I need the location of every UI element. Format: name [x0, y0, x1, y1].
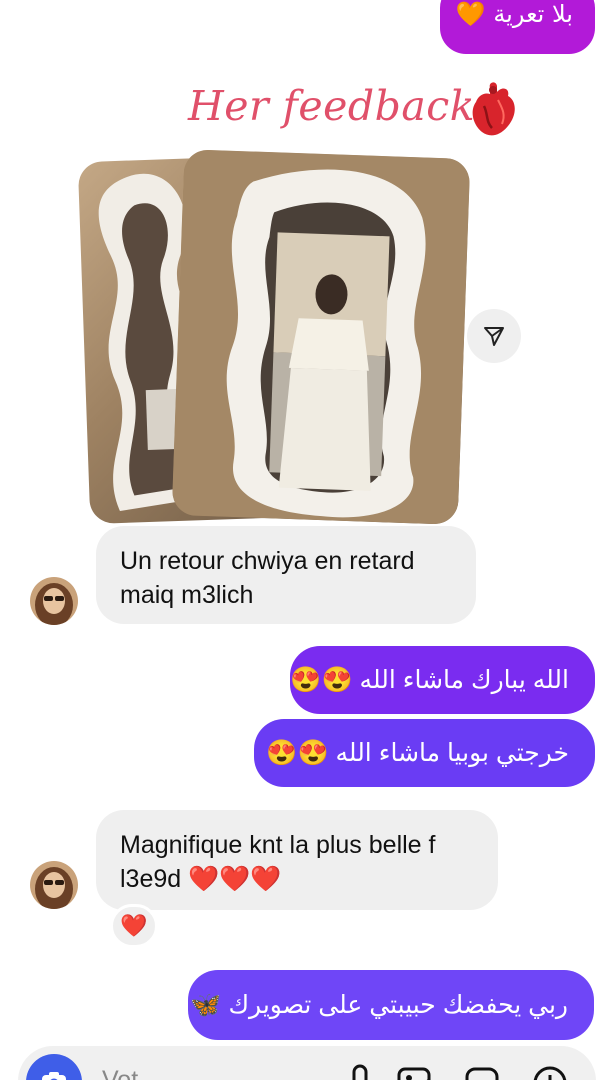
gallery-icon[interactable]: [394, 1062, 434, 1080]
camera-button[interactable]: [26, 1054, 82, 1080]
microphone-icon[interactable]: [340, 1062, 380, 1080]
orange-heart-emoji: 🧡: [455, 0, 486, 28]
outgoing-message[interactable]: خرجتي بوبيا ماشاء الله 😍😍: [254, 719, 595, 787]
message-input[interactable]: Vot: [102, 1066, 138, 1080]
sticker-icon[interactable]: [462, 1062, 502, 1080]
feedback-title: Her feedback: [188, 82, 476, 130]
heart-reaction[interactable]: ❤️: [110, 904, 158, 948]
outgoing-message[interactable]: الله يبارك ماشاء الله 😍😍: [290, 646, 595, 714]
message-text: بلا تعرية: [493, 0, 573, 28]
outgoing-message[interactable]: ربي يحفضك حبيبتي على تصويرك 🦋: [188, 970, 594, 1040]
camera-icon: [42, 1072, 66, 1080]
paper-plane-icon: [484, 327, 504, 346]
outgoing-message-partial[interactable]: بلا تعرية 🧡: [440, 0, 595, 54]
mirror-photo-icon: [171, 149, 471, 525]
incoming-message[interactable]: Magnifique knt la plus belle f l3e9d ❤️❤…: [96, 810, 498, 910]
add-icon[interactable]: [530, 1062, 570, 1080]
avatar[interactable]: [30, 861, 78, 909]
message-composer: Vot: [18, 1046, 596, 1080]
profile-photo: [30, 577, 78, 625]
profile-photo: [30, 861, 78, 909]
incoming-message[interactable]: Un retour chwiya en retard maiq m3lich: [96, 526, 476, 624]
anatomical-heart-icon: [472, 82, 515, 136]
heart-reaction-emoji: ❤️: [120, 913, 148, 939]
avatar[interactable]: [30, 577, 78, 625]
share-button[interactable]: [467, 309, 521, 363]
shared-photo-front[interactable]: [171, 149, 471, 525]
